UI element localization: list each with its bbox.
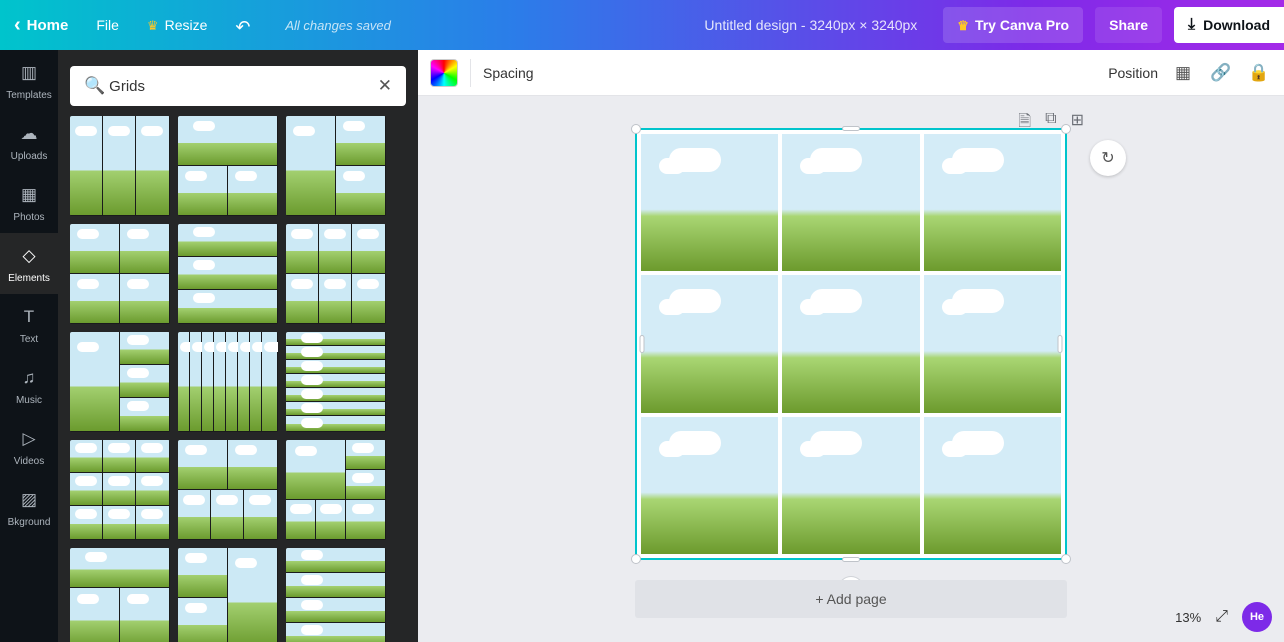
home-button[interactable]: Home bbox=[0, 0, 82, 50]
crown-icon bbox=[957, 17, 969, 34]
grid-template-thumb[interactable] bbox=[286, 440, 386, 540]
home-label: Home bbox=[27, 17, 69, 34]
clear-search-icon[interactable]: ✕ bbox=[374, 76, 396, 96]
grid-template-thumb[interactable] bbox=[286, 548, 386, 642]
rail-videos[interactable]: ▷Videos bbox=[0, 416, 58, 477]
canvas-stage[interactable]: 🗎 ⧉ ⊞ ↻ ↻ + Add page 13% ⤢ He bbox=[418, 96, 1284, 642]
search-icon: 🔍 bbox=[80, 76, 109, 96]
search-box: 🔍 ✕ bbox=[70, 66, 406, 106]
color-swatch[interactable] bbox=[430, 59, 458, 87]
grid-template-thumb[interactable] bbox=[286, 224, 386, 324]
position-button[interactable]: Position bbox=[1108, 65, 1158, 81]
rail-text[interactable]: TText bbox=[0, 294, 58, 355]
undo-icon bbox=[235, 17, 251, 33]
crown-icon bbox=[147, 17, 159, 34]
separator bbox=[470, 59, 471, 87]
grid-cell[interactable] bbox=[641, 134, 778, 271]
try-pro-button[interactable]: Try Canva Pro bbox=[943, 7, 1083, 43]
share-button[interactable]: Share bbox=[1095, 7, 1162, 43]
grid-template-thumb[interactable] bbox=[178, 548, 278, 642]
document-title[interactable]: Untitled design - 3240px × 3240px bbox=[704, 17, 937, 33]
rail-elements[interactable]: ◇Elements bbox=[0, 233, 58, 294]
resize-handle-bl[interactable] bbox=[631, 554, 641, 564]
grid-cell[interactable] bbox=[924, 417, 1061, 554]
grid-template-thumb[interactable] bbox=[178, 440, 278, 540]
grid-cell[interactable] bbox=[641, 275, 778, 412]
rail-background[interactable]: ▨Bkground bbox=[0, 477, 58, 538]
download-icon bbox=[1188, 16, 1195, 34]
grid-template-thumb[interactable] bbox=[178, 224, 278, 324]
resize-handle-t[interactable] bbox=[842, 126, 860, 131]
grid-template-thumb[interactable] bbox=[70, 224, 170, 324]
spacing-button[interactable]: Spacing bbox=[483, 65, 534, 81]
templates-icon: ▥ bbox=[18, 62, 40, 84]
undo-button[interactable] bbox=[221, 0, 265, 50]
zoom-controls: 13% ⤢ He bbox=[1175, 602, 1272, 632]
download-button[interactable]: Download bbox=[1174, 7, 1284, 43]
elements-icon: ◇ bbox=[18, 245, 40, 267]
transparency-icon[interactable]: ▦ bbox=[1170, 60, 1196, 86]
zoom-level[interactable]: 13% bbox=[1175, 610, 1201, 625]
grid-template-thumb[interactable] bbox=[70, 116, 170, 216]
save-status: All changes saved bbox=[265, 18, 391, 33]
selected-grid-element[interactable]: ↻ bbox=[635, 128, 1067, 560]
grid-cell[interactable] bbox=[924, 275, 1061, 412]
grid-template-thumb[interactable] bbox=[70, 440, 170, 540]
text-icon: T bbox=[18, 306, 40, 328]
grid-template-thumb[interactable] bbox=[286, 332, 386, 432]
resize-handle-b[interactable] bbox=[842, 557, 860, 562]
grid-cell[interactable] bbox=[782, 134, 919, 271]
lock-icon[interactable]: 🔒 bbox=[1246, 60, 1272, 86]
grid-cell[interactable] bbox=[924, 134, 1061, 271]
grid-template-thumb[interactable] bbox=[178, 116, 278, 216]
resize-handle-tr[interactable] bbox=[1061, 124, 1071, 134]
chevron-left-icon bbox=[14, 14, 21, 37]
uploads-icon: ☁ bbox=[18, 123, 40, 145]
file-menu[interactable]: File bbox=[82, 0, 133, 50]
photos-icon: ▦ bbox=[18, 184, 40, 206]
grid-template-thumb[interactable] bbox=[70, 332, 170, 432]
elements-panel: 🔍 ✕ ◂ bbox=[58, 50, 418, 642]
fullscreen-icon[interactable]: ⤢ bbox=[1215, 608, 1228, 626]
help-button[interactable]: He bbox=[1242, 602, 1272, 632]
link-icon[interactable]: 🔗 bbox=[1208, 60, 1234, 86]
add-page-icon[interactable]: ⊞ bbox=[1071, 110, 1084, 137]
rail-uploads[interactable]: ☁Uploads bbox=[0, 111, 58, 172]
grid-results bbox=[70, 116, 406, 642]
grid-cell[interactable] bbox=[641, 417, 778, 554]
grid-cell[interactable] bbox=[782, 417, 919, 554]
add-page-button[interactable]: + Add page bbox=[635, 580, 1067, 618]
side-rail: ▥Templates ☁Uploads ▦Photos ◇Elements TT… bbox=[0, 50, 58, 642]
rail-music[interactable]: ♫Music bbox=[0, 355, 58, 416]
context-toolbar: Spacing Position ▦ 🔗 🔒 bbox=[418, 50, 1284, 96]
grid-template-thumb[interactable] bbox=[178, 332, 278, 432]
resize-handle-l[interactable] bbox=[640, 335, 645, 353]
grid-template-thumb[interactable] bbox=[286, 116, 386, 216]
grid-template-thumb[interactable] bbox=[70, 548, 170, 642]
resize-handle-br[interactable] bbox=[1061, 554, 1071, 564]
resize-button[interactable]: Resize bbox=[133, 0, 221, 50]
search-input[interactable] bbox=[109, 78, 374, 95]
grid-3x3 bbox=[641, 134, 1061, 554]
resize-handle-tl[interactable] bbox=[631, 124, 641, 134]
background-icon: ▨ bbox=[18, 489, 40, 511]
videos-icon: ▷ bbox=[18, 428, 40, 450]
music-icon: ♫ bbox=[18, 367, 40, 389]
rail-photos[interactable]: ▦Photos bbox=[0, 172, 58, 233]
resize-handle-r[interactable] bbox=[1058, 335, 1063, 353]
refresh-layout-button[interactable]: ↻ bbox=[1090, 140, 1126, 176]
grid-cell[interactable] bbox=[782, 275, 919, 412]
top-bar: Home File Resize All changes saved Untit… bbox=[0, 0, 1284, 50]
rail-templates[interactable]: ▥Templates bbox=[0, 50, 58, 111]
